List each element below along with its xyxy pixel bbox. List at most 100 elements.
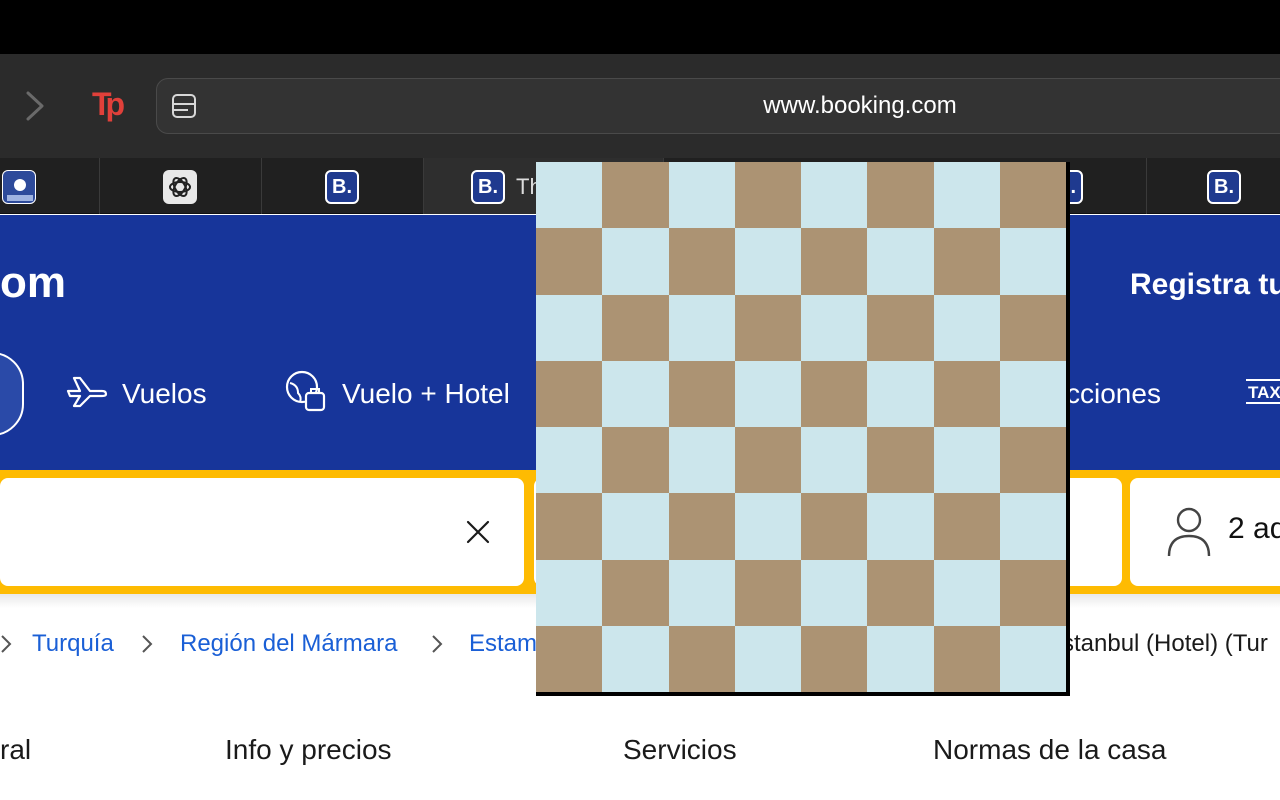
tab-jasna[interactable] xyxy=(0,158,100,214)
board-square xyxy=(734,427,801,494)
person-icon xyxy=(1166,506,1212,558)
nav-taxi[interactable]: TAX xyxy=(1246,372,1280,416)
tab-facilities[interactable]: Servicios xyxy=(623,734,737,766)
board-square xyxy=(536,625,603,692)
board-square xyxy=(933,228,1000,295)
board-square xyxy=(867,625,934,692)
nav-flight-hotel-label: Vuelo + Hotel xyxy=(342,378,510,409)
board-square xyxy=(867,559,934,626)
breadcrumb-turquia[interactable]: Turquía xyxy=(32,630,114,658)
tab-overview[interactable]: ral xyxy=(0,734,31,766)
tab-booking-1[interactable]: B. xyxy=(262,158,424,214)
board-square xyxy=(668,360,735,427)
board-square xyxy=(602,493,669,560)
destination-input[interactable] xyxy=(0,478,524,586)
chevron-right-icon xyxy=(0,632,16,656)
board-square xyxy=(734,294,801,361)
board-square xyxy=(801,427,868,494)
breadcrumb-region[interactable]: Región del Mármara xyxy=(180,630,397,658)
board-square xyxy=(536,559,603,626)
board-square xyxy=(734,360,801,427)
tab-info-prices[interactable]: Info y precios xyxy=(225,734,392,766)
board-square xyxy=(999,162,1066,229)
nav-flight-hotel[interactable]: Vuelo + Hotel xyxy=(284,370,510,416)
board-square xyxy=(602,162,669,229)
board-square xyxy=(999,625,1066,692)
board-square xyxy=(801,559,868,626)
nav-flights[interactable]: Vuelos xyxy=(66,372,207,416)
breadcrumb-current: stanbul (Hotel) (Tur xyxy=(1062,630,1268,657)
board-square xyxy=(668,625,735,692)
tab-house-rules[interactable]: Normas de la casa xyxy=(933,734,1166,766)
booking-logo[interactable]: om xyxy=(0,258,66,308)
nav-attractions[interactable]: cciones xyxy=(1066,372,1161,416)
board-square xyxy=(602,294,669,361)
board-square xyxy=(801,493,868,560)
chevron-right-icon xyxy=(140,632,156,656)
nav-flights-label: Vuelos xyxy=(122,378,207,409)
board-square xyxy=(536,493,603,560)
forward-icon[interactable] xyxy=(22,90,48,122)
board-square xyxy=(602,625,669,692)
board-square xyxy=(801,625,868,692)
chatgpt-icon xyxy=(163,170,197,204)
board-square xyxy=(668,228,735,295)
board-square xyxy=(867,228,934,295)
board-square xyxy=(602,559,669,626)
booking-icon: B. xyxy=(471,170,505,204)
board-square xyxy=(933,559,1000,626)
board-square xyxy=(801,294,868,361)
checkerboard-grid xyxy=(536,162,1066,692)
svg-text:TAX: TAX xyxy=(1248,383,1280,402)
system-top-bar xyxy=(0,0,1280,54)
url-text[interactable]: www.booking.com xyxy=(600,92,1120,120)
board-square xyxy=(536,360,603,427)
board-square xyxy=(933,427,1000,494)
tab-chatgpt[interactable] xyxy=(100,158,262,214)
taxi-icon: TAX xyxy=(1246,376,1280,413)
breadcrumb-city[interactable]: Estam xyxy=(469,630,537,658)
board-square xyxy=(668,559,735,626)
board-square xyxy=(933,625,1000,692)
booking-icon: B. xyxy=(325,170,359,204)
board-square xyxy=(734,228,801,295)
board-square xyxy=(933,360,1000,427)
board-square xyxy=(867,427,934,494)
board-square xyxy=(602,360,669,427)
board-square xyxy=(999,559,1066,626)
board-square xyxy=(602,228,669,295)
plane-icon xyxy=(66,374,108,415)
nav-attractions-label: cciones xyxy=(1066,378,1161,409)
reader-icon[interactable] xyxy=(170,92,198,120)
board-square xyxy=(999,228,1066,295)
board-square xyxy=(668,294,735,361)
tab-booking-4[interactable]: B. xyxy=(1147,158,1280,214)
board-square xyxy=(668,427,735,494)
booking-icon: B. xyxy=(1207,170,1241,204)
board-square xyxy=(867,360,934,427)
board-square xyxy=(933,493,1000,560)
close-icon[interactable] xyxy=(464,518,492,546)
board-square xyxy=(734,493,801,560)
board-square xyxy=(867,294,934,361)
board-square xyxy=(536,427,603,494)
guests-value: 2 ad xyxy=(1228,512,1280,545)
board-square xyxy=(668,493,735,560)
board-square xyxy=(801,162,868,229)
board-square xyxy=(801,228,868,295)
globe-luggage-icon xyxy=(284,369,328,420)
checkerboard-overlay[interactable] xyxy=(536,162,1070,696)
board-square xyxy=(536,162,603,229)
board-square xyxy=(999,427,1066,494)
board-square xyxy=(536,228,603,295)
board-square xyxy=(734,625,801,692)
travelpayouts-icon[interactable]: Tp xyxy=(92,86,132,122)
board-square xyxy=(933,294,1000,361)
board-square xyxy=(999,360,1066,427)
board-square xyxy=(602,427,669,494)
board-square xyxy=(867,493,934,560)
board-square xyxy=(999,493,1066,560)
register-property-link[interactable]: Registra tu xyxy=(1130,268,1280,302)
board-square xyxy=(668,162,735,229)
board-square xyxy=(933,162,1000,229)
